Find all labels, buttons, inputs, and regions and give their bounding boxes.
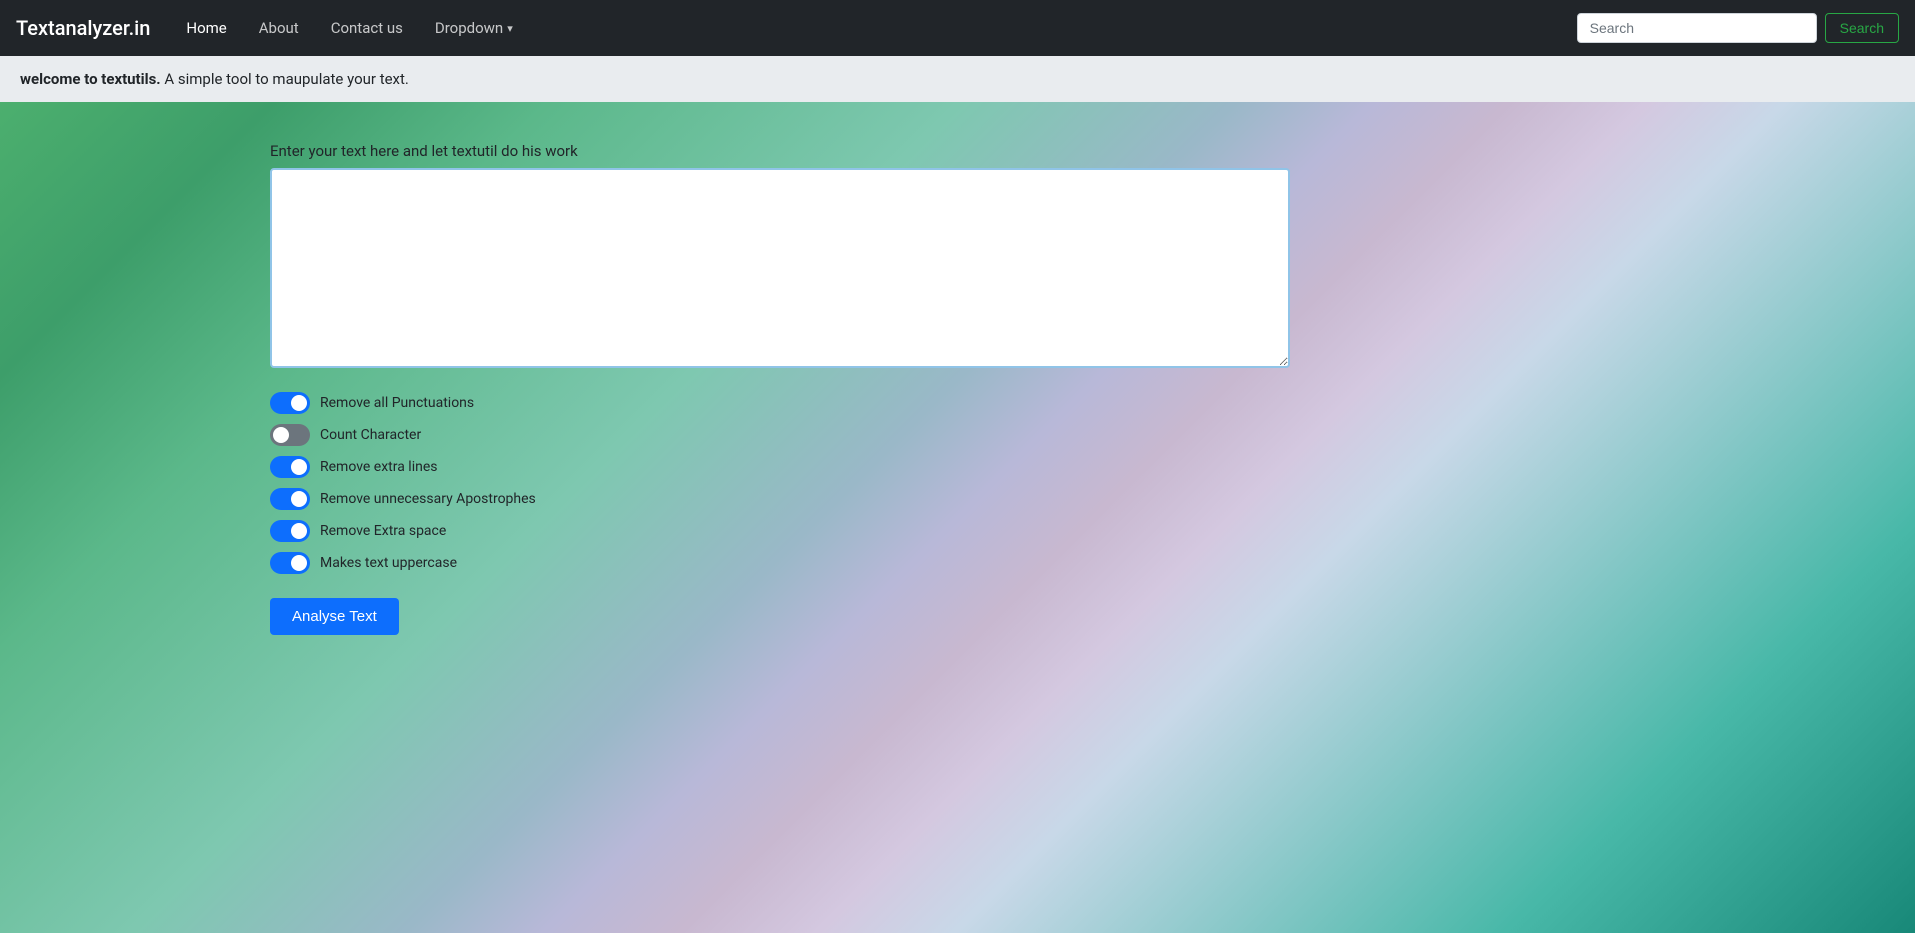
toggle-switch-5[interactable] <box>270 520 310 542</box>
search-button[interactable]: Search <box>1825 13 1899 43</box>
welcome-bold: welcome to textutils. <box>20 70 161 88</box>
toggle-row-2: Count Character <box>270 424 1290 446</box>
nav-home[interactable]: Home <box>174 11 238 45</box>
toggle-slider-6 <box>270 552 310 574</box>
main-textarea[interactable] <box>270 168 1290 368</box>
toggle-switch-6[interactable] <box>270 552 310 574</box>
toggle-row-3: Remove extra lines <box>270 456 1290 478</box>
toggle-label-5: Remove Extra space <box>320 523 446 539</box>
navbar: Textanalyzer.in Home About Contact us Dr… <box>0 0 1915 56</box>
toggles-section: Remove all Punctuations Count Character … <box>270 392 1290 574</box>
search-input[interactable] <box>1577 13 1817 43</box>
search-container: Search <box>1577 13 1899 43</box>
toggle-switch-2[interactable] <box>270 424 310 446</box>
toggle-row-1: Remove all Punctuations <box>270 392 1290 414</box>
toggle-slider-2 <box>270 424 310 446</box>
chevron-down-icon: ▾ <box>507 22 513 35</box>
nav-contact[interactable]: Contact us <box>319 11 415 45</box>
toggle-label-4: Remove unnecessary Apostrophes <box>320 491 536 507</box>
toggle-row-4: Remove unnecessary Apostrophes <box>270 488 1290 510</box>
text-area-wrapper: Enter your text here and let textutil do… <box>270 142 1290 635</box>
toggle-slider-4 <box>270 488 310 510</box>
toggle-label-3: Remove extra lines <box>320 459 438 475</box>
welcome-description: A simple tool to maupulate your text. <box>161 70 409 88</box>
brand-logo[interactable]: Textanalyzer.in <box>16 16 150 40</box>
analyse-button[interactable]: Analyse Text <box>270 598 399 635</box>
nav-links: Home About Contact us Dropdown ▾ <box>174 11 1576 45</box>
nav-dropdown[interactable]: Dropdown ▾ <box>423 11 525 45</box>
toggle-row-6: Makes text uppercase <box>270 552 1290 574</box>
toggle-label-1: Remove all Punctuations <box>320 395 474 411</box>
nav-about[interactable]: About <box>247 11 311 45</box>
main-content: Enter your text here and let textutil do… <box>0 102 1915 933</box>
welcome-bar: welcome to textutils. A simple tool to m… <box>0 56 1915 102</box>
toggle-slider-1 <box>270 392 310 414</box>
textarea-label: Enter your text here and let textutil do… <box>270 142 1290 160</box>
toggle-slider-3 <box>270 456 310 478</box>
toggle-switch-1[interactable] <box>270 392 310 414</box>
toggle-switch-4[interactable] <box>270 488 310 510</box>
toggle-switch-3[interactable] <box>270 456 310 478</box>
nav-dropdown-label: Dropdown <box>435 19 503 37</box>
toggle-label-2: Count Character <box>320 427 421 443</box>
toggle-label-6: Makes text uppercase <box>320 555 457 571</box>
toggle-row-5: Remove Extra space <box>270 520 1290 542</box>
toggle-slider-5 <box>270 520 310 542</box>
